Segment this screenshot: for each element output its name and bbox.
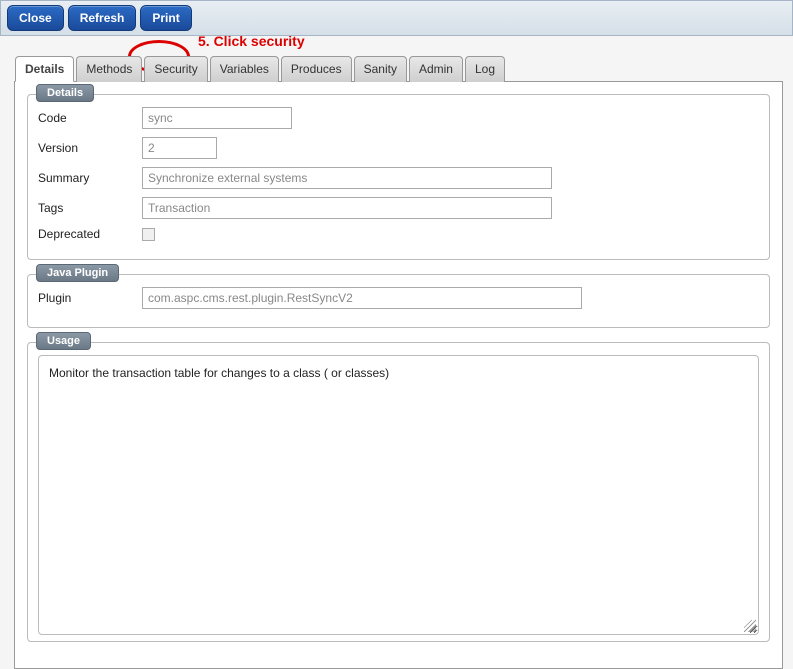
tab-details[interactable]: Details [15, 56, 74, 82]
usage-textarea[interactable]: Monitor the transaction table for change… [38, 355, 759, 635]
plugin-legend: Java Plugin [36, 264, 119, 282]
tab-strip: Details Methods Security Variables Produ… [15, 55, 793, 81]
summary-input[interactable] [142, 167, 552, 189]
toolbar: Close Refresh Print [0, 0, 793, 36]
plugin-label: Plugin [38, 291, 142, 305]
tab-admin[interactable]: Admin [409, 56, 463, 82]
details-legend: Details [36, 84, 94, 102]
code-input[interactable] [142, 107, 292, 129]
tab-sanity[interactable]: Sanity [354, 56, 407, 82]
usage-fieldset: Usage Monitor the transaction table for … [27, 342, 770, 642]
close-button[interactable]: Close [7, 5, 64, 31]
usage-legend: Usage [36, 332, 91, 350]
tags-input[interactable] [142, 197, 552, 219]
summary-label: Summary [38, 171, 142, 185]
deprecated-checkbox[interactable] [142, 228, 155, 241]
tab-log[interactable]: Log [465, 56, 505, 82]
tab-security[interactable]: Security [144, 56, 207, 82]
print-button[interactable]: Print [140, 5, 191, 31]
main-panel: Details Code Version Summary Tags Deprec… [14, 81, 783, 669]
tab-variables[interactable]: Variables [210, 56, 279, 82]
version-input[interactable] [142, 137, 217, 159]
tab-produces[interactable]: Produces [281, 56, 352, 82]
version-label: Version [38, 141, 142, 155]
details-fieldset: Details Code Version Summary Tags Deprec… [27, 94, 770, 260]
annotation-text: 5. Click security [198, 33, 305, 49]
plugin-fieldset: Java Plugin Plugin [27, 274, 770, 328]
plugin-input[interactable] [142, 287, 582, 309]
tab-methods[interactable]: Methods [76, 56, 142, 82]
deprecated-label: Deprecated [38, 227, 142, 241]
code-label: Code [38, 111, 142, 125]
tags-label: Tags [38, 201, 142, 215]
refresh-button[interactable]: Refresh [68, 5, 137, 31]
resize-grip-icon[interactable] [744, 620, 756, 632]
usage-text: Monitor the transaction table for change… [49, 366, 389, 380]
